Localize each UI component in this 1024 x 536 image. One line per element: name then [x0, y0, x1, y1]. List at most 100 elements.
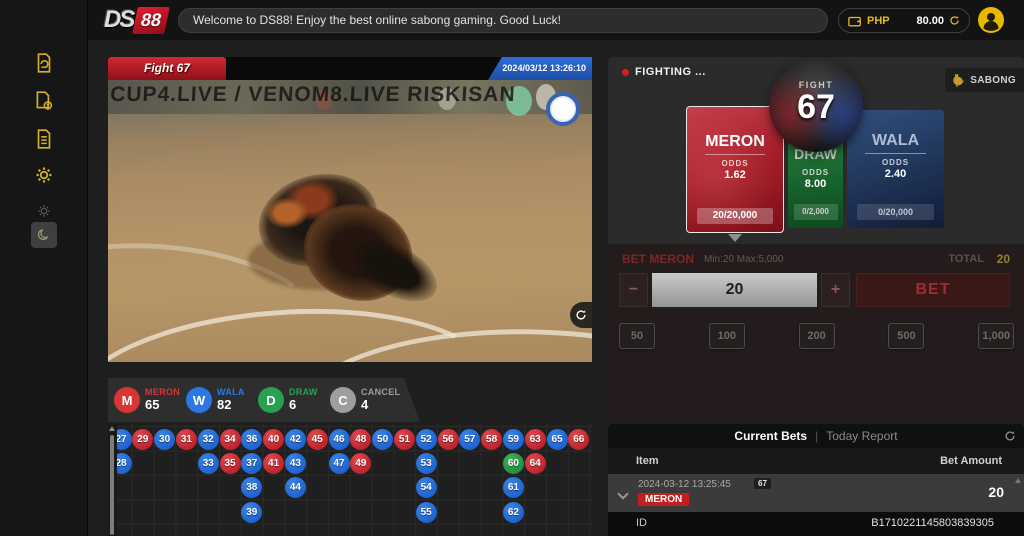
ds88-logo[interactable]: DS 88 — [104, 5, 167, 35]
trend-result-wala: 47 — [329, 453, 350, 474]
trend-result-wala: 38 — [241, 477, 262, 498]
report-list-icon[interactable] — [31, 126, 57, 152]
chevron-down-icon[interactable] — [617, 488, 628, 499]
bet-history-row[interactable]: 2024-03-12 13:25:45 67 MERON 20 — [608, 474, 1024, 512]
fight-panel: FIGHTING ... SABONG MERON ODDS 1.62 20/2… — [608, 57, 1024, 244]
app-root: DS 88 Welcome to DS88! Enjoy the best on… — [0, 0, 1024, 536]
tab-current-bets[interactable]: Current Bets — [734, 429, 807, 443]
col-bet-amount: Bet Amount — [940, 455, 1002, 467]
trend-result-wala: 59 — [503, 429, 524, 450]
bet-datetime: 2024-03-12 13:25:45 — [638, 479, 731, 490]
divider — [865, 153, 925, 154]
wala-title: WALA — [872, 132, 919, 150]
bet-button[interactable]: BET — [856, 273, 1010, 307]
trend-result-meron: 29 — [132, 429, 153, 450]
bet-limits-label: Min:20 Max:5,000 — [704, 254, 784, 265]
trend-result-meron: 41 — [263, 453, 284, 474]
stat-wala: WWALA82 — [186, 387, 258, 413]
scroll-thumb[interactable] — [110, 435, 114, 535]
logo-ds-text: DS — [104, 6, 133, 34]
trend-result-meron: 63 — [525, 429, 546, 450]
divider — [705, 154, 765, 155]
balance-value: 80.00 — [916, 15, 944, 27]
settings-gear-icon[interactable] — [31, 162, 57, 188]
bet-id-label: ID — [636, 517, 647, 529]
trend-result-wala: 39 — [241, 502, 262, 523]
stat-cancel: CCANCEL4 — [330, 387, 402, 413]
currency-label: PHP — [867, 15, 890, 27]
welcome-banner: Welcome to DS88! Enjoy the best online s… — [178, 8, 828, 33]
bet-id-value: B1710221145803839305 — [871, 517, 994, 529]
trend-result-meron: 40 — [263, 429, 284, 450]
tab-sabong[interactable]: SABONG — [945, 68, 1024, 92]
chip-500[interactable]: 500 — [888, 323, 924, 349]
logo-88-text: 88 — [132, 7, 170, 34]
sidebar — [0, 0, 88, 536]
chip-200[interactable]: 200 — [799, 323, 835, 349]
bet-info-row: BET MERON Min:20 Max:5,000 TOTAL 20 — [608, 252, 1024, 268]
wallet-balance-pill[interactable]: PHP 80.00 — [838, 8, 970, 33]
trend-scrollbar[interactable] — [108, 424, 117, 536]
trend-board: 2728293031323334353637383940414243444546… — [108, 424, 592, 536]
trend-result-wala: 65 — [547, 429, 568, 450]
chip-50[interactable]: 50 — [619, 323, 655, 349]
trend-result-meron: 56 — [438, 429, 459, 450]
stat-draw: DDRAW6 — [258, 387, 330, 413]
light-mode-icon[interactable] — [31, 198, 57, 224]
stream-timestamp: 2024/03/12 13:26:10 — [488, 57, 592, 80]
draw-amount: 0/2,000 — [794, 204, 838, 220]
trend-result-wala: 33 — [198, 453, 219, 474]
meron-bet-card[interactable]: MERON ODDS 1.62 20/20,000 — [686, 106, 784, 233]
decrease-bet-button[interactable]: − — [619, 273, 648, 307]
draw-odds-value: 8.00 — [805, 178, 826, 190]
trend-result-meron: 45 — [307, 429, 328, 450]
chip-1000[interactable]: 1,000 — [978, 323, 1014, 349]
meron-title: MERON — [705, 133, 765, 151]
chip-100[interactable]: 100 — [709, 323, 745, 349]
trend-result-wala: 37 — [241, 453, 262, 474]
money-transactions-icon[interactable] — [31, 88, 57, 114]
trend-result-draw: 60 — [503, 453, 524, 474]
user-avatar[interactable] — [978, 7, 1004, 33]
trend-result-meron: 31 — [176, 429, 197, 450]
stream-refresh-button[interactable] — [570, 302, 592, 328]
trend-result-meron: 58 — [481, 429, 502, 450]
bet-fight-badge: 67 — [754, 478, 771, 489]
tab-today-report[interactable]: Today Report — [826, 429, 897, 443]
trend-result-meron: 35 — [220, 453, 241, 474]
current-bets-panel: Current Bets | Today Report Item Bet Amo… — [608, 424, 1024, 536]
refresh-bets-icon[interactable] — [1004, 429, 1016, 447]
sabong-tab-label: SABONG — [970, 75, 1016, 86]
bet-row-amount: 20 — [988, 484, 1004, 500]
bet-side-badge: MERON — [638, 493, 689, 506]
meron-odds-label: ODDS — [721, 159, 748, 168]
scroll-up-arrow[interactable] — [109, 426, 115, 431]
refresh-balance-icon[interactable] — [949, 15, 960, 26]
list-scroll-up-icon[interactable] — [1015, 478, 1021, 483]
trend-result-wala: 30 — [154, 429, 175, 450]
dark-mode-icon[interactable] — [31, 222, 57, 248]
fight-number-ribbon: Fight 67 — [108, 57, 226, 80]
stream-watermark: UCUP4.LIVE / VENOM8.LIVE RISKISAN — [108, 83, 592, 107]
wala-odds-value: 2.40 — [885, 168, 906, 180]
meron-amount: 20/20,000 — [697, 208, 774, 224]
wala-amount: 0/20,000 — [857, 204, 935, 220]
wala-bet-card[interactable]: WALA ODDS 2.40 0/20,000 — [847, 110, 944, 228]
fight-status: FIGHTING ... — [622, 66, 706, 78]
trend-result-wala: 54 — [416, 477, 437, 498]
bets-table-header: Item Bet Amount — [608, 448, 1024, 474]
bet-amount-input[interactable]: 20 — [652, 273, 817, 307]
fight-status-label: FIGHTING ... — [635, 66, 706, 78]
wala-odds-label: ODDS — [882, 158, 909, 167]
trend-result-meron: 48 — [350, 429, 371, 450]
live-dot-icon — [622, 69, 629, 76]
trend-result-wala: 46 — [329, 429, 350, 450]
trend-result-wala: 61 — [503, 477, 524, 498]
game-records-icon[interactable] — [31, 50, 57, 76]
total-value: 20 — [997, 252, 1010, 266]
stat-circle: M — [114, 387, 140, 413]
increase-bet-button[interactable]: + — [821, 273, 850, 307]
stat-circle: W — [186, 387, 212, 413]
col-item: Item — [636, 455, 659, 467]
bet-id-row: ID B1710221145803839305 — [608, 512, 1024, 536]
